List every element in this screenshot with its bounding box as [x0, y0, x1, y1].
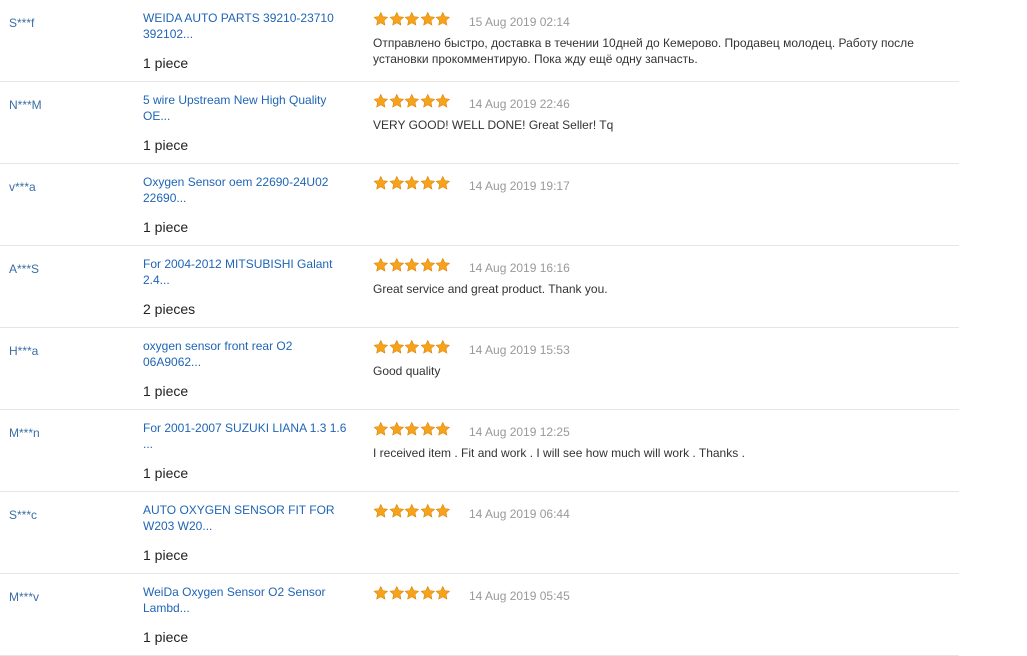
- product-link[interactable]: Oxygen Sensor oem 22690-24U02 22690...: [143, 174, 358, 206]
- product-link[interactable]: 5 wire Upstream New High Quality OE...: [143, 92, 358, 124]
- star-icon: [404, 585, 420, 600]
- star-rating: [373, 93, 451, 111]
- star-icon: [435, 421, 451, 436]
- star-icon: [389, 421, 404, 436]
- star-icon: [420, 257, 435, 272]
- feedback-date: 14 Aug 2019 22:46: [469, 97, 570, 111]
- star-icon: [435, 503, 451, 518]
- star-rating: [373, 257, 451, 275]
- order-quantity: 1 piece: [143, 55, 189, 71]
- feedback-row: S***f WEIDA AUTO PARTS 39210-23710 39210…: [0, 0, 959, 82]
- star-icon: [389, 93, 404, 108]
- feedback-row: M***v WeiDa Oxygen Sensor O2 Sensor Lamb…: [0, 574, 959, 656]
- star-icon: [389, 585, 404, 600]
- order-quantity: 2 pieces: [143, 301, 196, 317]
- star-icon: [404, 339, 420, 354]
- star-icon: [389, 503, 404, 518]
- product-link[interactable]: oxygen sensor front rear O2 06A9062...: [143, 338, 358, 370]
- star-icon: [435, 257, 451, 272]
- star-icon: [420, 585, 435, 600]
- order-quantity: 1 piece: [143, 629, 189, 645]
- review-text: I received item . Fit and work . I will …: [373, 446, 745, 460]
- star-icon: [389, 175, 404, 190]
- star-icon: [404, 11, 420, 26]
- product-link[interactable]: For 2001-2007 SUZUKI LIANA 1.3 1.6 ...: [143, 420, 358, 452]
- product-link[interactable]: WEIDA AUTO PARTS 39210-23710 392102...: [143, 10, 358, 42]
- star-icon: [404, 421, 420, 436]
- star-icon: [404, 93, 420, 108]
- feedback-date: 15 Aug 2019 02:14: [469, 15, 570, 29]
- feedback-date: 14 Aug 2019 19:17: [469, 179, 570, 193]
- order-quantity: 1 piece: [143, 465, 189, 481]
- feedback-date: 14 Aug 2019 06:44: [469, 507, 570, 521]
- star-icon: [373, 503, 389, 518]
- product-link[interactable]: For 2004-2012 MITSUBISHI Galant 2.4...: [143, 256, 358, 288]
- star-rating: [373, 503, 451, 521]
- star-icon: [420, 503, 435, 518]
- star-icon: [420, 175, 435, 190]
- star-icon: [373, 585, 389, 600]
- star-rating: [373, 339, 451, 357]
- product-link[interactable]: AUTO OXYGEN SENSOR FIT FOR W203 W20...: [143, 502, 358, 534]
- feedback-row: S***c AUTO OXYGEN SENSOR FIT FOR W203 W2…: [0, 492, 959, 574]
- star-icon: [420, 93, 435, 108]
- star-icon: [373, 175, 389, 190]
- feedback-row: N***M 5 wire Upstream New High Quality O…: [0, 82, 959, 164]
- star-rating: [373, 585, 451, 603]
- star-icon: [389, 339, 404, 354]
- star-icon: [404, 175, 420, 190]
- star-rating: [373, 11, 451, 29]
- review-text: VERY GOOD! WELL DONE! Great Seller! Tq: [373, 118, 614, 132]
- star-icon: [420, 339, 435, 354]
- buyer-name: A***S: [9, 262, 40, 276]
- star-icon: [389, 257, 404, 272]
- buyer-name: N***M: [9, 98, 42, 112]
- buyer-name: v***a: [9, 180, 36, 194]
- feedback-row: H***a oxygen sensor front rear O2 06A906…: [0, 328, 959, 410]
- star-rating: [373, 175, 451, 193]
- buyer-name: M***v: [9, 590, 40, 604]
- review-text: Отправлено быстро, доставка в течении 10…: [373, 36, 914, 66]
- star-icon: [435, 11, 451, 26]
- star-icon: [435, 93, 451, 108]
- feedback-row: A***S For 2004-2012 MITSUBISHI Galant 2.…: [0, 246, 959, 328]
- feedback-date: 14 Aug 2019 16:16: [469, 261, 570, 275]
- feedback-row: M***n For 2001-2007 SUZUKI LIANA 1.3 1.6…: [0, 410, 959, 492]
- star-icon: [404, 257, 420, 272]
- star-icon: [373, 421, 389, 436]
- star-icon: [389, 11, 404, 26]
- buyer-name: H***a: [9, 344, 39, 358]
- order-quantity: 1 piece: [143, 137, 189, 153]
- buyer-name: M***n: [9, 426, 40, 440]
- feedback-date: 14 Aug 2019 12:25: [469, 425, 570, 439]
- feedback-list: S***f WEIDA AUTO PARTS 39210-23710 39210…: [0, 0, 959, 656]
- order-quantity: 1 piece: [143, 219, 189, 235]
- buyer-name: S***c: [9, 508, 38, 522]
- star-icon: [373, 93, 389, 108]
- order-quantity: 1 piece: [143, 547, 189, 563]
- star-icon: [420, 421, 435, 436]
- star-rating: [373, 421, 451, 439]
- order-quantity: 1 piece: [143, 383, 189, 399]
- review-text: Good quality: [373, 364, 441, 378]
- star-icon: [435, 339, 451, 354]
- star-icon: [373, 257, 389, 272]
- star-icon: [435, 585, 451, 600]
- review-text: Great service and great product. Thank y…: [373, 282, 608, 296]
- star-icon: [435, 175, 451, 190]
- feedback-row: v***a Oxygen Sensor oem 22690-24U02 2269…: [0, 164, 959, 246]
- feedback-date: 14 Aug 2019 05:45: [469, 589, 570, 603]
- star-icon: [373, 11, 389, 26]
- buyer-name: S***f: [9, 16, 35, 30]
- product-link[interactable]: WeiDa Oxygen Sensor O2 Sensor Lambd...: [143, 584, 358, 616]
- star-icon: [420, 11, 435, 26]
- star-icon: [373, 339, 389, 354]
- feedback-date: 14 Aug 2019 15:53: [469, 343, 570, 357]
- star-icon: [404, 503, 420, 518]
